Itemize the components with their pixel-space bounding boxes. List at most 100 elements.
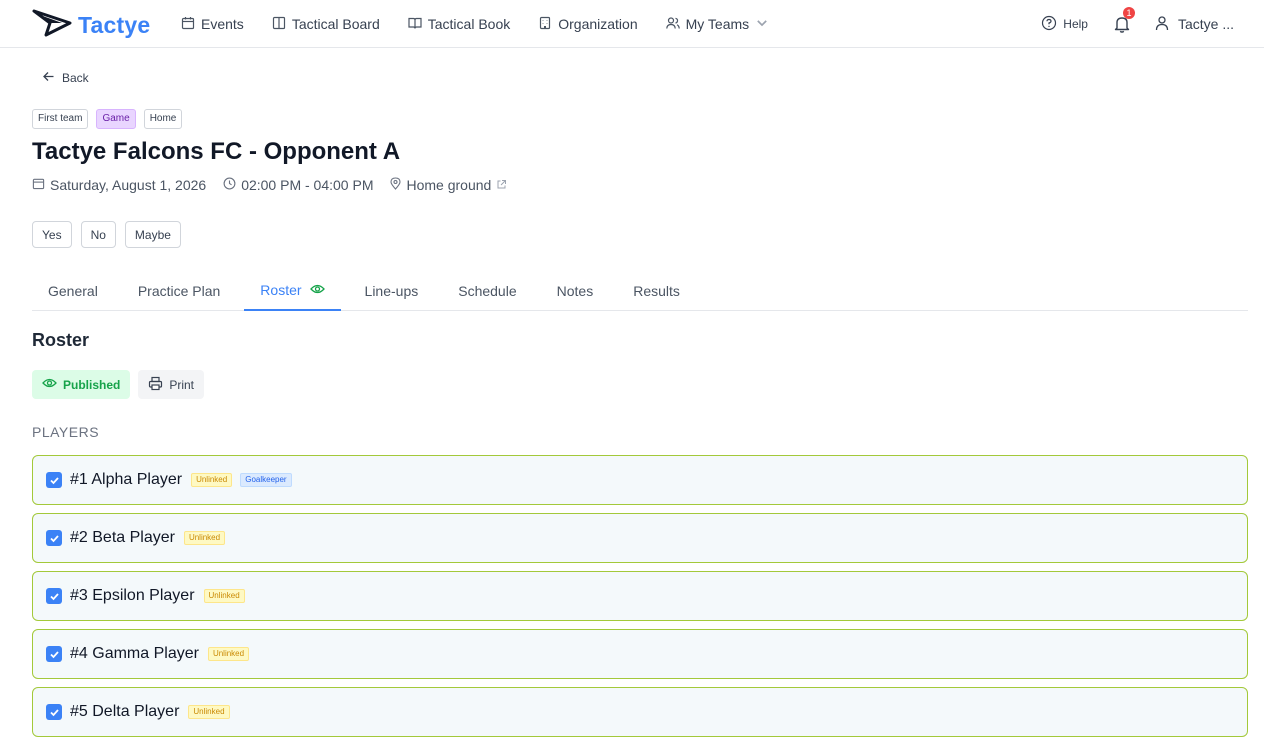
goalkeeper-badge: Goalkeeper [240, 473, 292, 487]
tab-line-ups[interactable]: Line-ups [349, 270, 435, 311]
player-row[interactable]: #4 Gamma Player Unlinked [32, 629, 1248, 679]
player-name: #2 Beta Player [70, 529, 175, 546]
user-menu[interactable]: Tactye ... [1154, 15, 1234, 34]
event-tabs: General Practice Plan Roster Line-ups Sc… [32, 270, 1248, 311]
user-icon [1154, 15, 1170, 34]
tab-notes-label: Notes [556, 282, 594, 299]
top-navbar: Tactye Events Tactical Board Tactical Bo… [0, 0, 1264, 48]
help-label: Help [1063, 17, 1088, 31]
player-checkbox[interactable] [46, 646, 62, 662]
map-pin-icon [390, 177, 402, 193]
tab-practice-plan[interactable]: Practice Plan [122, 270, 236, 311]
tab-results-label: Results [633, 282, 680, 299]
nav-organization[interactable]: Organization [538, 0, 638, 48]
help-link[interactable]: Help [1041, 15, 1088, 34]
printer-icon [148, 376, 163, 394]
notification-badge: 1 [1122, 7, 1135, 19]
published-label: Published [63, 377, 121, 392]
nav-events-label: Events [201, 16, 244, 32]
clock-icon [223, 177, 236, 193]
logo[interactable]: Tactye [32, 9, 150, 42]
rsvp-maybe-button[interactable]: Maybe [124, 221, 181, 248]
book-icon [408, 16, 422, 33]
board-icon [272, 16, 286, 33]
external-link-icon [496, 177, 507, 193]
roster-actions: Published Print [32, 370, 205, 399]
main-nav: Events Tactical Board Tactical Book Orga… [181, 0, 797, 48]
player-name: #3 Epsilon Player [70, 587, 195, 604]
brand-name: Tactye [78, 12, 151, 38]
print-label: Print [169, 377, 195, 392]
rsvp-no-button[interactable]: No [80, 221, 116, 248]
bell-icon [1112, 17, 1132, 38]
building-icon [538, 16, 552, 33]
nav-events[interactable]: Events [181, 0, 244, 48]
players-section-label: PLAYERS [32, 424, 100, 440]
nav-tactical-book-label: Tactical Book [427, 16, 511, 32]
tag-first-team: First team [32, 109, 89, 129]
rsvp-yes-button[interactable]: Yes [32, 221, 72, 248]
print-button[interactable]: Print [138, 370, 205, 399]
player-checkbox[interactable] [46, 704, 62, 720]
eye-icon [309, 282, 325, 298]
users-icon [665, 16, 680, 33]
player-name: #1 Alpha Player [70, 471, 183, 488]
right-nav: Help 1 Tactye ... [1041, 0, 1234, 48]
tab-general-label: General [48, 282, 98, 299]
nav-tactical-board-label: Tactical Board [291, 16, 380, 32]
tab-roster[interactable]: Roster [244, 270, 341, 311]
tag-game: Game [96, 109, 136, 129]
tab-roster-label: Roster [260, 281, 302, 298]
event-time-text: 02:00 PM - 04:00 PM [241, 177, 374, 193]
player-row[interactable]: #2 Beta Player Unlinked [32, 513, 1248, 563]
tab-results[interactable]: Results [617, 270, 696, 311]
player-row[interactable]: #3 Epsilon Player Unlinked [32, 571, 1248, 621]
tab-practice-plan-label: Practice Plan [137, 282, 221, 299]
tab-schedule[interactable]: Schedule [442, 270, 532, 311]
help-circle-icon [1041, 15, 1057, 34]
page-title: Tactye Falcons FC - Opponent A [32, 138, 401, 165]
player-row[interactable]: #1 Alpha Player Unlinked Goalkeeper [32, 455, 1248, 505]
back-label: Back [62, 71, 89, 85]
tab-schedule-label: Schedule [458, 282, 517, 299]
logo-icon [32, 9, 72, 42]
event-time: 02:00 PM - 04:00 PM [223, 177, 373, 193]
published-button[interactable]: Published [32, 370, 131, 399]
unlinked-badge: Unlinked [183, 531, 226, 545]
event-date-text: Saturday, August 1, 2026 [50, 177, 207, 193]
roster-heading: Roster [32, 330, 90, 350]
player-name: #4 Gamma Player [70, 645, 199, 662]
event-location-text: Home ground [406, 177, 492, 193]
back-link[interactable]: Back [42, 70, 89, 86]
calendar-icon [181, 16, 195, 33]
unlinked-badge: Unlinked [191, 473, 233, 487]
user-name: Tactye ... [1177, 16, 1234, 32]
nav-my-teams-label: My Teams [685, 16, 750, 32]
player-name: #5 Delta Player [70, 703, 180, 720]
nav-tactical-book[interactable]: Tactical Book [408, 0, 510, 48]
player-checkbox[interactable] [46, 530, 62, 546]
unlinked-badge: Unlinked [188, 705, 230, 719]
nav-my-teams[interactable]: My Teams [665, 0, 770, 48]
event-location[interactable]: Home ground [390, 177, 507, 193]
unlinked-badge: Unlinked [207, 647, 250, 661]
tab-line-ups-label: Line-ups [364, 282, 419, 299]
chevron-down-icon [755, 16, 769, 33]
players-list: #1 Alpha Player Unlinked Goalkeeper #2 B… [32, 455, 1248, 745]
eye-icon [42, 377, 57, 392]
nav-organization-label: Organization [558, 16, 638, 32]
player-row[interactable]: #5 Delta Player Unlinked [32, 687, 1248, 737]
tag-home: Home [143, 109, 183, 129]
player-checkbox[interactable] [46, 472, 62, 488]
notifications-button[interactable]: 1 [1112, 7, 1135, 34]
rsvp-buttons: Yes No Maybe [32, 221, 181, 248]
tab-general[interactable]: General [32, 270, 114, 311]
event-tags: First team Game Home [32, 109, 183, 129]
tab-notes[interactable]: Notes [541, 270, 610, 311]
event-meta: Saturday, August 1, 2026 02:00 PM - 04:0… [32, 177, 524, 193]
player-checkbox[interactable] [46, 588, 62, 604]
unlinked-badge: Unlinked [203, 589, 245, 603]
event-date: Saturday, August 1, 2026 [32, 177, 206, 193]
calendar-icon [32, 177, 45, 193]
nav-tactical-board[interactable]: Tactical Board [272, 0, 380, 48]
